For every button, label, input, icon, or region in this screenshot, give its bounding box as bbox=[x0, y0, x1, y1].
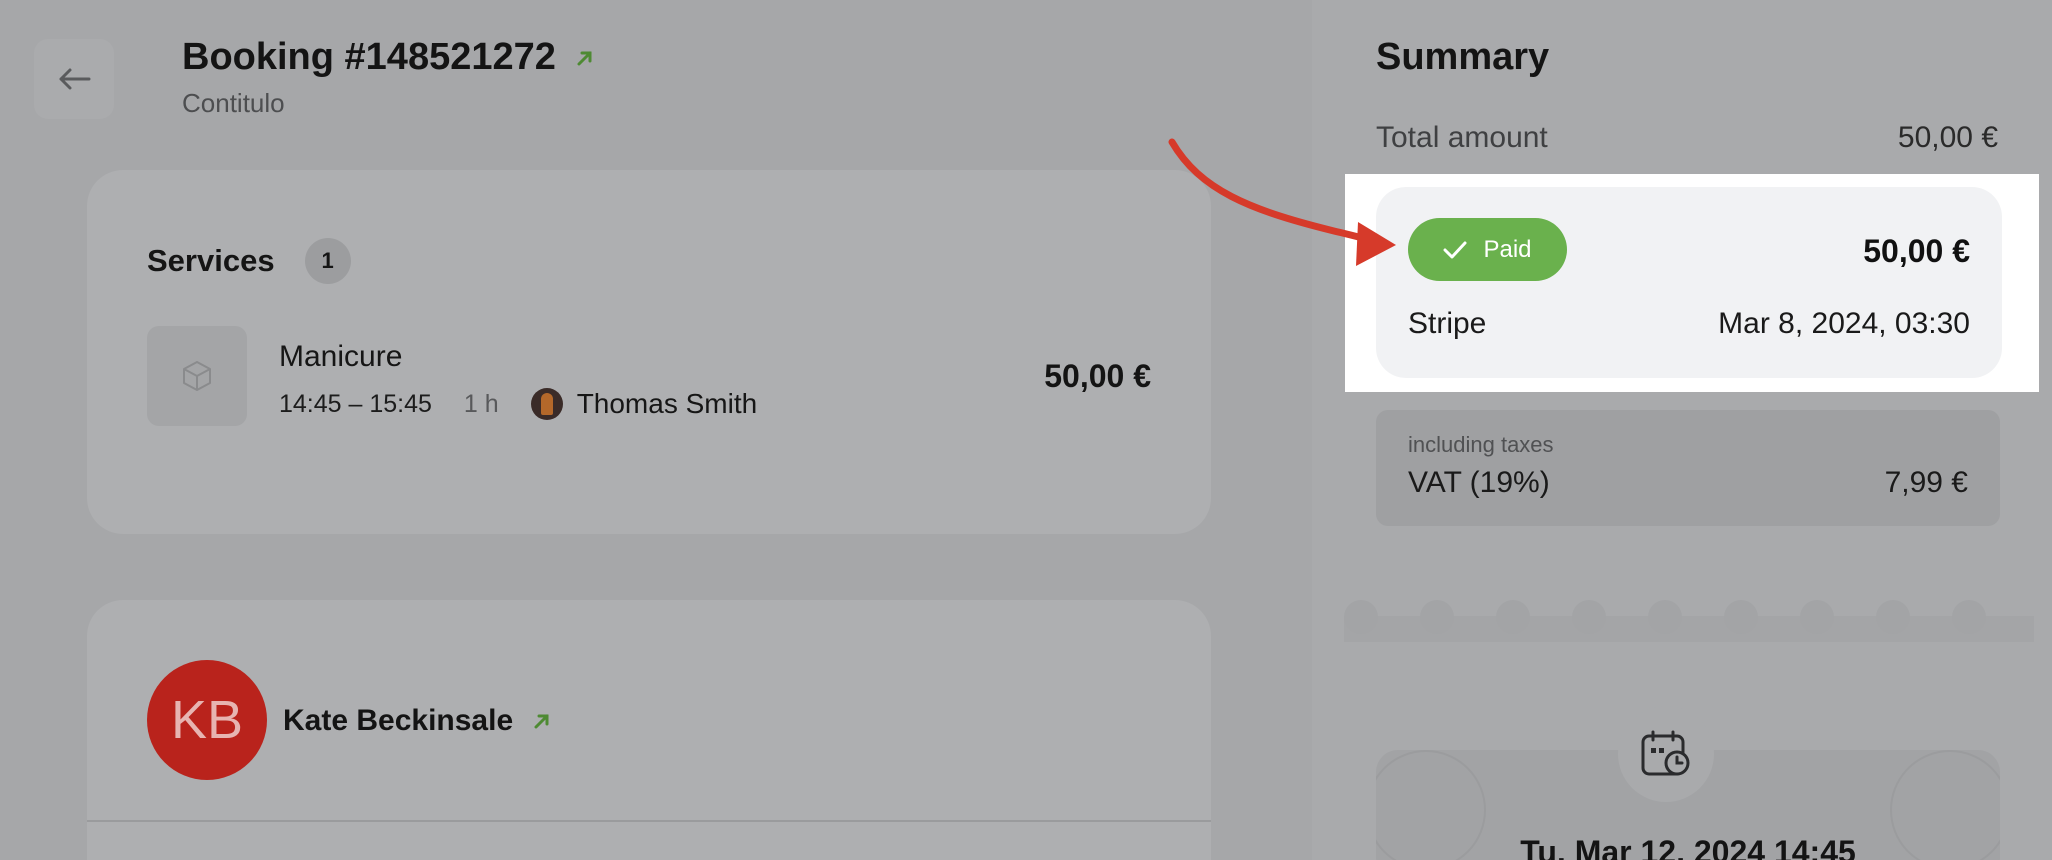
client-name-row: Kate Beckinsale bbox=[283, 704, 551, 738]
payment-amount: 50,00 € bbox=[1863, 233, 1970, 269]
booking-title: Booking #148521272 bbox=[182, 36, 594, 79]
staff-name[interactable]: Thomas Smith bbox=[577, 388, 758, 420]
perforation-dot bbox=[1496, 600, 1530, 634]
service-thumbnail bbox=[147, 326, 247, 426]
perforation-dot bbox=[1420, 600, 1454, 634]
payment-date: Mar 8, 2024, 03:30 bbox=[1718, 307, 1970, 340]
service-name[interactable]: Manicure bbox=[279, 340, 402, 374]
tax-note: including taxes bbox=[1408, 432, 1554, 457]
client-avatar: KB bbox=[147, 660, 267, 780]
staff-avatar bbox=[530, 388, 563, 420]
vat-value: 7,99 € bbox=[1884, 466, 1968, 499]
summary-title: Summary bbox=[1376, 36, 1550, 78]
perforation-dot bbox=[1572, 600, 1606, 634]
external-link-arrow-icon[interactable] bbox=[533, 712, 551, 730]
appointment-date: Tu, Mar 12, 2024 14:45 bbox=[1520, 834, 1856, 860]
check-icon bbox=[1443, 241, 1467, 258]
divider bbox=[87, 820, 1211, 822]
calendar-icon-circle bbox=[1618, 706, 1714, 802]
service-meta: 14:45 – 15:45 1 h Thomas Smith bbox=[279, 388, 757, 420]
ticket-perforation bbox=[1344, 600, 2034, 644]
services-title: Services bbox=[147, 243, 275, 278]
perforation-dot bbox=[1800, 600, 1834, 634]
paid-status-label: Paid bbox=[1483, 235, 1532, 263]
service-time: 14:45 – 15:45 bbox=[279, 389, 432, 418]
back-button[interactable] bbox=[34, 39, 114, 119]
payment-card: Paid 50,00 € Stripe Mar 8, 2024, 03:30 bbox=[1376, 187, 2002, 378]
vat-label: VAT (19%) bbox=[1408, 466, 1550, 499]
payment-provider: Stripe bbox=[1408, 307, 1487, 340]
booking-details-panel: Booking #148521272 Contitulo Services 1 … bbox=[0, 0, 1312, 860]
perforation-dot bbox=[1876, 600, 1910, 634]
service-price: 50,00 € bbox=[1044, 358, 1151, 394]
calendar-clock-icon bbox=[1641, 730, 1690, 776]
external-link-arrow-icon[interactable] bbox=[576, 49, 594, 67]
total-amount-value: 50,00 € bbox=[1897, 121, 1998, 154]
total-amount-label: Total amount bbox=[1376, 121, 1548, 154]
services-card: Services 1 Manicure 14:45 – 15:45 1 h Th… bbox=[87, 170, 1211, 534]
perforation-dot bbox=[1344, 600, 1378, 634]
perforation-dot bbox=[1724, 600, 1758, 634]
payment-highlight: Paid 50,00 € Stripe Mar 8, 2024, 03:30 bbox=[1345, 174, 2039, 392]
arrow-left-icon bbox=[59, 68, 91, 90]
client-name[interactable]: Kate Beckinsale bbox=[283, 704, 513, 738]
perforation-dot bbox=[1952, 600, 1986, 634]
tax-box: including taxes VAT (19%) 7,99 € bbox=[1376, 410, 2000, 526]
paid-status-badge: Paid bbox=[1408, 218, 1567, 281]
services-count-badge: 1 bbox=[304, 238, 351, 284]
service-duration: 1 h bbox=[463, 389, 499, 418]
booking-subtitle: Contitulo bbox=[182, 88, 285, 118]
perforation-dot bbox=[1648, 600, 1682, 634]
box-icon bbox=[183, 361, 211, 391]
client-card: KB Kate Beckinsale bbox=[87, 600, 1211, 860]
booking-title-text: Booking #148521272 bbox=[182, 36, 556, 78]
services-heading: Services 1 bbox=[147, 238, 351, 284]
summary-panel: Summary Total amount 50,00 € including t… bbox=[1312, 0, 2052, 860]
